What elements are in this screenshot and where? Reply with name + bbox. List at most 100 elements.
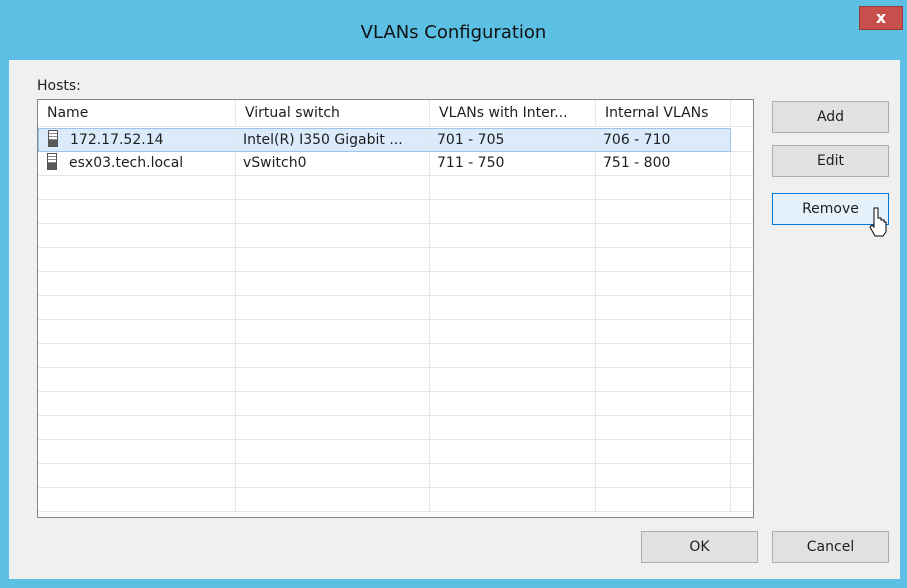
empty-table-row: [38, 200, 753, 224]
table-cell-switch: [236, 344, 430, 368]
column-header-vlans-external[interactable]: VLANs with Inter...: [430, 100, 596, 127]
table-cell-switch: [236, 200, 430, 224]
table-cell-switch: [236, 296, 430, 320]
table-cell-vlans-int: [596, 200, 731, 224]
table-cell-vlans-ext: [430, 416, 596, 440]
table-cell-switch: [236, 440, 430, 464]
table-cell-switch: [236, 176, 430, 200]
table-cell-vlans-int: [596, 296, 731, 320]
cancel-button[interactable]: Cancel: [772, 531, 889, 563]
table-cell-vlans-int: [596, 224, 731, 248]
table-cell-filler: [731, 152, 753, 176]
server-icon: [47, 153, 57, 170]
mouse-cursor-icon: [869, 207, 887, 237]
table-cell-filler: [731, 464, 753, 488]
table-cell-name: [38, 416, 236, 440]
empty-table-row: [38, 296, 753, 320]
table-cell-vlans-ext: [430, 248, 596, 272]
table-cell-name: [38, 392, 236, 416]
table-cell-vlans-ext: [430, 344, 596, 368]
empty-table-row: [38, 464, 753, 488]
table-cell-name: [38, 368, 236, 392]
table-cell-vlans-ext: [430, 488, 596, 512]
table-cell-name: [38, 464, 236, 488]
table-cell-name: [38, 344, 236, 368]
table-cell-name: [38, 488, 236, 512]
table-cell-name: [38, 296, 236, 320]
table-cell-name: [38, 224, 236, 248]
table-cell-vlans-ext: 701 - 705: [430, 128, 596, 152]
table-cell-vlans-int: [596, 392, 731, 416]
host-name: esx03.tech.local: [69, 155, 184, 171]
table-cell-name: [38, 320, 236, 344]
table-cell-vlans-int: [596, 320, 731, 344]
table-cell-switch: [236, 320, 430, 344]
table-cell-filler: [731, 128, 753, 152]
column-header-name[interactable]: Name: [38, 100, 236, 127]
table-cell-vlans-ext: [430, 176, 596, 200]
table-cell-vlans-int: [596, 344, 731, 368]
empty-table-row: [38, 224, 753, 248]
empty-table-row: [38, 248, 753, 272]
table-cell-vlans-int: [596, 176, 731, 200]
table-cell-filler: [731, 296, 753, 320]
table-cell-filler: [731, 368, 753, 392]
empty-table-row: [38, 392, 753, 416]
table-cell-filler: [731, 440, 753, 464]
table-cell-vlans-int: 751 - 800: [596, 152, 731, 176]
window-title: VLANs Configuration: [360, 22, 547, 43]
table-cell-switch: [236, 464, 430, 488]
hosts-label: Hosts:: [37, 78, 81, 94]
table-cell-switch: [236, 224, 430, 248]
server-icon: [48, 130, 58, 147]
table-cell-vlans-int: [596, 440, 731, 464]
table-cell-name: [38, 248, 236, 272]
table-cell-name: esx03.tech.local: [38, 152, 236, 176]
empty-table-row: [38, 440, 753, 464]
table-cell-filler: [731, 272, 753, 296]
table-cell-vlans-ext: [430, 464, 596, 488]
empty-table-row: [38, 416, 753, 440]
table-cell-vlans-int: [596, 368, 731, 392]
table-cell-vlans-int: [596, 464, 731, 488]
table-cell-name: [38, 272, 236, 296]
table-row[interactable]: 172.17.52.14 Intel(R) I350 Gigabit ... 701…: [38, 128, 753, 152]
table-header: Name Virtual switch VLANs with Inter... …: [38, 100, 753, 128]
table-cell-switch: [236, 488, 430, 512]
table-cell-name: [38, 440, 236, 464]
column-header-internal-vlans[interactable]: Internal VLANs: [596, 100, 731, 127]
close-button[interactable]: x: [859, 6, 903, 30]
dialog-window: VLANs Configuration x Hosts: Name Virtua…: [0, 0, 907, 588]
ok-button[interactable]: OK: [641, 531, 758, 563]
table-row[interactable]: esx03.tech.local vSwitch0 711 - 750 751 - 8…: [38, 152, 753, 176]
table-cell-vlans-int: [596, 248, 731, 272]
add-button[interactable]: Add: [772, 101, 889, 133]
table-cell-filler: [731, 344, 753, 368]
table-cell-switch: [236, 248, 430, 272]
dialog-client-area: Hosts: Name Virtual switch VLANs with In…: [9, 60, 900, 579]
table-cell-filler: [731, 200, 753, 224]
table-cell-vlans-ext: [430, 320, 596, 344]
edit-button[interactable]: Edit: [772, 145, 889, 177]
table-cell-switch: [236, 368, 430, 392]
table-cell-filler: [731, 320, 753, 344]
empty-table-row: [38, 176, 753, 200]
table-cell-vlans-int: 706 - 710: [596, 128, 731, 152]
table-cell-switch: vSwitch0: [236, 152, 430, 176]
title-bar: VLANs Configuration x: [0, 0, 907, 60]
empty-table-row: [38, 344, 753, 368]
table-body: 172.17.52.14 Intel(R) I350 Gigabit ... 701…: [38, 128, 753, 517]
empty-table-row: [38, 368, 753, 392]
empty-table-row: [38, 320, 753, 344]
table-cell-switch: Intel(R) I350 Gigabit ...: [236, 128, 430, 152]
empty-table-row: [38, 272, 753, 296]
table-cell-vlans-ext: [430, 272, 596, 296]
table-cell-filler: [731, 248, 753, 272]
table-cell-filler: [731, 176, 753, 200]
table-cell-switch: [236, 272, 430, 296]
column-header-virtual-switch[interactable]: Virtual switch: [236, 100, 430, 127]
table-cell-vlans-int: [596, 488, 731, 512]
column-header-filler: [731, 100, 753, 127]
table-cell-vlans-ext: 711 - 750: [430, 152, 596, 176]
hosts-table[interactable]: Name Virtual switch VLANs with Inter... …: [37, 99, 754, 518]
